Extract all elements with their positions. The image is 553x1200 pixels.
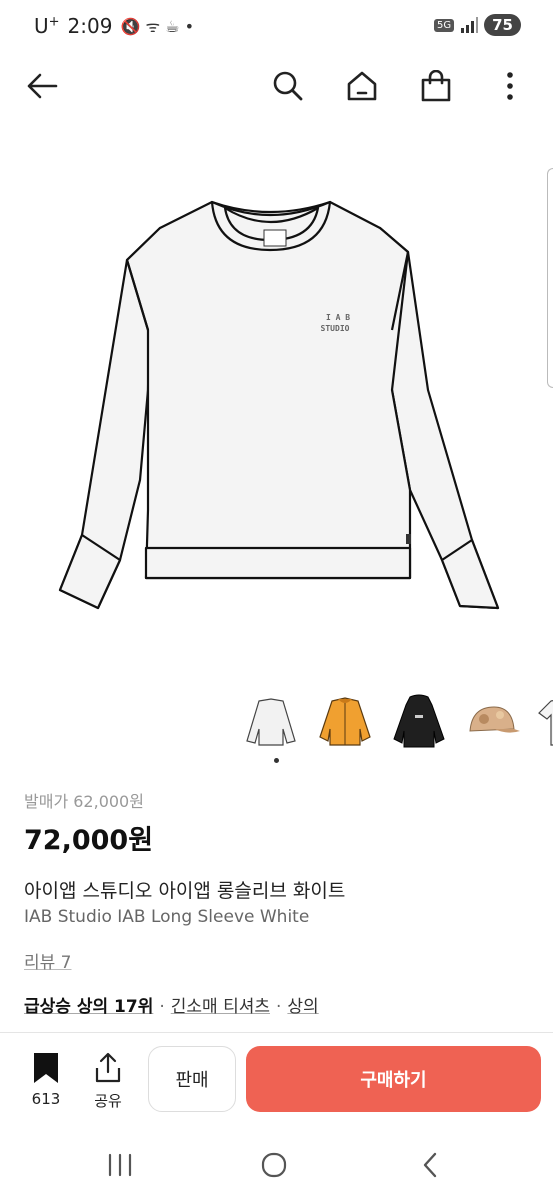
longsleeve-illustration: I A B STUDIO [58, 200, 500, 610]
separator: · [276, 997, 282, 1017]
shopping-bag-icon [421, 70, 451, 102]
recent-apps-icon [108, 1153, 132, 1177]
category-link-longsleeve[interactable]: 긴소매 티셔츠 [171, 992, 270, 1017]
system-nav-bar [0, 1140, 553, 1190]
share-icon [95, 1052, 121, 1083]
thumbnail-white-longsleeve[interactable] [240, 690, 302, 752]
home-system-button[interactable] [254, 1148, 294, 1182]
clock: 2:09 [67, 14, 113, 38]
current-price: 72,000원 [24, 825, 154, 856]
product-image[interactable]: I A B STUDIO [30, 150, 530, 650]
logo-line2: STUDIO [321, 324, 350, 333]
bookmark-icon [34, 1053, 58, 1083]
back-arrow-icon [27, 73, 58, 99]
category-link-tops[interactable]: 상의 [287, 992, 318, 1017]
product-name-english: IAB Studio IAB Long Sleeve White [24, 907, 310, 927]
more-button[interactable] [488, 64, 532, 108]
status-bar: U+ 2:09 🔇 ᯤ ☕ • 5G 75 [0, 0, 553, 54]
wishlist-button[interactable]: 613 [24, 1052, 68, 1108]
release-price: 발매가 62,000원 [24, 792, 144, 811]
thumbnail-strip[interactable] [240, 690, 553, 752]
cap-thumb-icon [469, 706, 520, 733]
share-button[interactable]: 공유 [86, 1052, 130, 1111]
rank-row: 급상승 상의 17위 · 긴소매 티셔츠 · 상의 [24, 992, 319, 1017]
jacket-thumb-icon [319, 697, 371, 746]
home-icon [347, 71, 377, 101]
logo-line1: I A B [326, 313, 350, 322]
review-link[interactable]: 리뷰 7 [24, 948, 72, 973]
sell-button[interactable]: 판매 [148, 1046, 236, 1112]
status-left: U+ 2:09 🔇 ᯤ ☕ • [34, 14, 194, 38]
top-nav [0, 58, 553, 114]
home-circle-icon [261, 1152, 287, 1178]
image-scroll-handle[interactable] [547, 168, 553, 388]
search-button[interactable] [266, 64, 310, 108]
network-badge: 5G [434, 18, 455, 32]
action-bar: 613 공유 판매 구매하기 [0, 1042, 553, 1118]
thumbnail-black-hoodie[interactable] [388, 690, 450, 752]
longsleeve-thumb-icon [246, 698, 296, 746]
share-label: 공유 [94, 1092, 122, 1110]
back-button[interactable] [20, 64, 64, 108]
status-right: 5G 75 [434, 14, 521, 36]
thumbnail-orange-jacket[interactable] [314, 690, 376, 752]
battery-level: 75 [484, 14, 521, 36]
rank-highlight-link[interactable]: 급상승 상의 17위 [24, 992, 153, 1017]
chevron-left-icon [423, 1152, 437, 1178]
carousel-dot [274, 758, 279, 763]
thumbnail-white-tee[interactable] [532, 690, 553, 752]
divider [0, 1032, 553, 1033]
buy-button[interactable]: 구매하기 [246, 1046, 541, 1112]
search-icon [273, 71, 303, 101]
more-vertical-icon [507, 72, 513, 100]
hoodie-thumb-icon [393, 694, 445, 748]
wishlist-count: 613 [31, 1090, 61, 1108]
thumbnail-camo-cap[interactable] [462, 690, 524, 752]
notification-icons: 🔇 ᯤ ☕ • [120, 17, 195, 36]
back-system-button[interactable] [410, 1148, 450, 1182]
product-name-korean: 아이앱 스튜디오 아이앱 롱슬리브 화이트 [24, 880, 346, 902]
home-button[interactable] [340, 64, 384, 108]
separator: · [159, 997, 165, 1017]
carrier-label: U+ [34, 14, 60, 38]
cart-button[interactable] [414, 64, 458, 108]
signal-icon [461, 17, 479, 33]
recent-apps-button[interactable] [100, 1148, 140, 1182]
tee-thumb-icon [538, 700, 553, 746]
